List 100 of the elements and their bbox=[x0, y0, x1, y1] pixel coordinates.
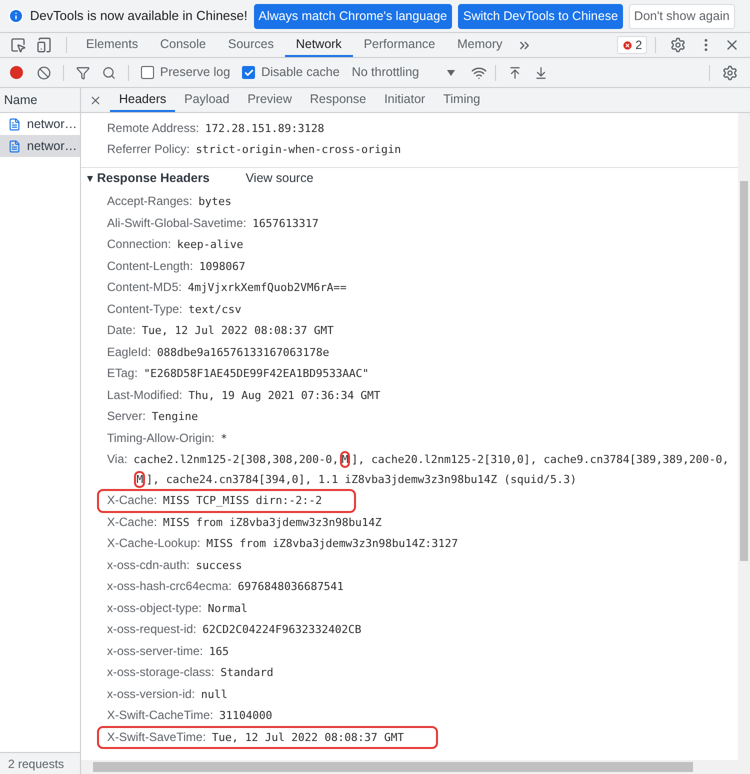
header-value: keep-alive bbox=[177, 237, 244, 253]
horizontal-scrollbar[interactable] bbox=[81, 760, 750, 774]
panel-tab[interactable]: Performance bbox=[352, 33, 446, 57]
info-icon bbox=[8, 8, 24, 24]
header-name: Ali-Swift-Global-Savetime: bbox=[107, 214, 246, 232]
header-name: Date: bbox=[107, 322, 136, 339]
upload-icon[interactable] bbox=[508, 66, 522, 80]
checkbox-label: Preserve log bbox=[160, 64, 230, 82]
header-value: 165 bbox=[209, 644, 229, 660]
header-value: Standard bbox=[220, 665, 274, 681]
clear-icon[interactable] bbox=[37, 66, 51, 80]
scrollbar-thumb[interactable] bbox=[93, 762, 693, 772]
detail-tab[interactable]: Preview bbox=[238, 88, 301, 112]
error-icon bbox=[622, 40, 634, 50]
header-name: x-oss-version-id: bbox=[107, 686, 196, 702]
header-value: 1657613317 bbox=[252, 216, 319, 232]
header-value: Tengine bbox=[152, 409, 198, 425]
header-value: 1098067 bbox=[199, 258, 246, 274]
header-name: X-Cache: bbox=[107, 492, 158, 509]
header-name: EagleId: bbox=[107, 344, 152, 360]
settings-icon[interactable] bbox=[670, 37, 686, 53]
header-name: Content-Type: bbox=[107, 300, 182, 318]
panel-tab[interactable]: Console bbox=[149, 33, 217, 57]
record-button[interactable] bbox=[10, 66, 23, 79]
header-name: X-Cache: bbox=[107, 514, 158, 530]
vertical-scrollbar[interactable] bbox=[738, 113, 750, 760]
header-name: Remote Address: bbox=[107, 120, 200, 137]
request-name: networ… bbox=[27, 116, 78, 133]
panel-tab[interactable]: Memory bbox=[446, 33, 514, 57]
header-value: success bbox=[196, 558, 242, 574]
header-value: bytes bbox=[198, 194, 232, 210]
view-source-link[interactable]: View source bbox=[246, 169, 314, 188]
download-icon[interactable] bbox=[534, 66, 548, 80]
close-icon[interactable] bbox=[89, 94, 102, 106]
banner-button[interactable]: Always match Chrome's language bbox=[254, 4, 452, 28]
header-value: ], cache24.cn3784[394,0], 1.1 iZ8vba3jdemw3z3n98bu14Z (squid/5.3) bbox=[146, 472, 577, 486]
request-count: 2 requests bbox=[0, 752, 80, 774]
header-name: Content-MD5: bbox=[107, 279, 182, 296]
detail-tab[interactable]: Payload bbox=[175, 88, 238, 112]
header-name: Timing-Allow-Origin: bbox=[107, 430, 215, 446]
header-name: x-oss-request-id: bbox=[107, 621, 196, 638]
header-value: null bbox=[201, 686, 228, 702]
detail-tab[interactable]: Initiator bbox=[375, 88, 434, 112]
disclosure-triangle-icon[interactable] bbox=[87, 176, 93, 182]
header-name: x-oss-storage-class: bbox=[107, 664, 214, 681]
header-value: MISS from iZ8vba3jdemw3z3n98bu14Z bbox=[163, 514, 382, 530]
header-name: Last-Modified: bbox=[107, 386, 182, 404]
header-name: Referrer Policy: bbox=[107, 141, 190, 158]
header-name: X-Swift-CacheTime: bbox=[107, 707, 214, 724]
header-value: 6976848036687541 bbox=[238, 579, 344, 595]
header-name: x-oss-object-type: bbox=[107, 600, 202, 616]
header-name: Server: bbox=[107, 408, 146, 425]
header-name: X-Swift-SaveTime: bbox=[107, 728, 206, 746]
throttling-dropdown[interactable]: No throttling bbox=[352, 63, 456, 82]
settings-icon[interactable] bbox=[722, 64, 738, 80]
header-value: Normal bbox=[208, 600, 248, 616]
detail-tab[interactable]: Headers bbox=[110, 88, 176, 112]
filter-icon[interactable] bbox=[76, 66, 90, 80]
banner-message: DevTools is now available in Chinese! bbox=[30, 7, 248, 26]
scrollbar-thumb[interactable] bbox=[740, 181, 748, 561]
header-value: strict-origin-when-cross-origin bbox=[196, 142, 401, 158]
header-value: 62CD2C04224F9632332402CB bbox=[202, 622, 362, 638]
header-value: 31104000 bbox=[219, 708, 272, 724]
header-name: x-oss-server-time: bbox=[107, 642, 204, 660]
document-icon bbox=[8, 118, 21, 130]
banner-button[interactable]: Switch DevTools to Chinese bbox=[458, 4, 624, 28]
header-value: Tue, 12 Jul 2022 08:08:37 GMT bbox=[142, 323, 334, 339]
header-name: X-Cache-Lookup: bbox=[107, 535, 200, 552]
header-value: * bbox=[220, 430, 228, 446]
request-row[interactable]: networ… bbox=[0, 135, 80, 157]
panel-tab[interactable]: Elements bbox=[75, 33, 150, 57]
header-value: "E268D58F1AE45DE99F42EA1BD9533AAC" bbox=[144, 366, 369, 382]
header-value: 172.28.151.89:3128 bbox=[205, 121, 324, 137]
document-icon bbox=[8, 140, 21, 152]
header-value: ], cache20.l2nm125-2[310,0], cache9.cn3784[389,389,200-0, bbox=[351, 453, 729, 466]
header-value: Tue, 12 Jul 2022 08:08:37 GMT bbox=[212, 730, 404, 746]
checkbox[interactable] bbox=[141, 66, 154, 79]
dropdown-caret-icon bbox=[447, 70, 456, 76]
panel-tab[interactable]: Sources bbox=[216, 33, 285, 57]
header-value: Thu, 19 Aug 2021 07:36:34 GMT bbox=[188, 388, 380, 404]
detail-tab[interactable]: Response bbox=[300, 88, 376, 112]
name-column-header[interactable]: Name bbox=[0, 88, 80, 113]
device-toolbar-icon[interactable] bbox=[36, 37, 52, 53]
banner-button[interactable]: Don't show again bbox=[629, 4, 735, 28]
highlight-mark: M bbox=[342, 453, 348, 466]
checkbox[interactable] bbox=[242, 66, 256, 79]
search-icon[interactable] bbox=[102, 66, 116, 80]
inspect-icon[interactable] bbox=[10, 37, 26, 53]
checkbox-label: Disable cache bbox=[261, 64, 340, 82]
network-conditions-icon[interactable] bbox=[471, 64, 488, 80]
header-name: Accept-Ranges: bbox=[107, 193, 192, 210]
header-name: x-oss-hash-crc64ecma: bbox=[107, 578, 232, 595]
header-name: Connection: bbox=[107, 236, 172, 253]
header-value: MISS from iZ8vba3jdemw3z3n98bu14Z:3127 bbox=[206, 536, 458, 552]
request-name: networ… bbox=[27, 138, 78, 155]
header-name: Via: bbox=[107, 451, 128, 468]
header-name: x-oss-cdn-auth: bbox=[107, 556, 190, 574]
section-title[interactable]: Response Headers bbox=[97, 169, 210, 188]
detail-tab[interactable]: Timing bbox=[434, 88, 490, 112]
error-count-badge[interactable]: 2 bbox=[617, 36, 647, 54]
